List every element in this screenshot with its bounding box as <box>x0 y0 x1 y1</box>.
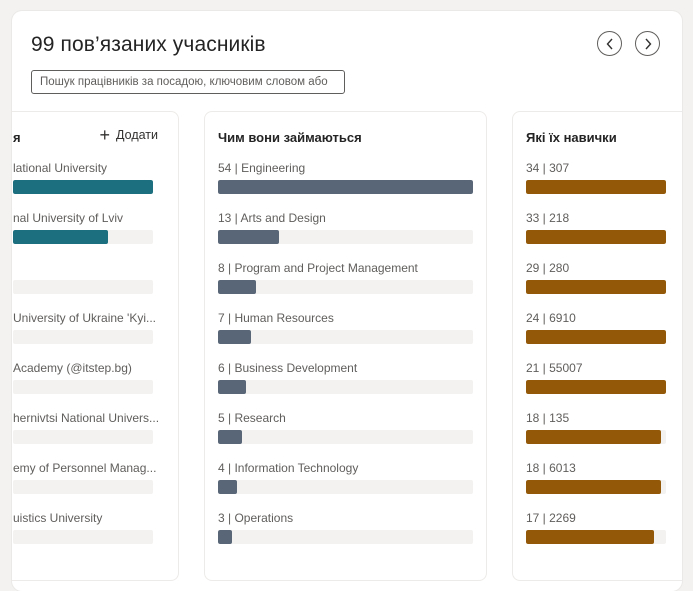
bar-track <box>526 430 666 444</box>
item-label: 8 | Program and Project Management <box>218 261 418 275</box>
bar-track <box>526 280 666 294</box>
bar-track <box>13 280 153 294</box>
bar-fill <box>526 380 666 394</box>
search-input[interactable] <box>31 70 345 94</box>
bar-track <box>218 430 473 444</box>
bar-track <box>218 180 473 194</box>
chevron-left-icon <box>606 38 613 49</box>
column-title: Чим вони займаються <box>218 130 362 145</box>
bar-fill <box>526 180 666 194</box>
bar-track <box>526 480 666 494</box>
bar-fill <box>218 180 473 194</box>
bar-fill <box>218 430 242 444</box>
chevron-right-icon <box>644 38 651 49</box>
item-label: 18 | 6013 <box>526 461 576 475</box>
bar-fill <box>218 330 252 344</box>
bar-fill <box>218 380 247 394</box>
bar-track <box>13 530 153 544</box>
bar-track <box>13 230 153 244</box>
bar-fill <box>218 230 280 244</box>
item-label: Academy (@itstep.bg) <box>13 361 132 375</box>
education-column: я + Додати lational University nal Univer… <box>12 111 179 581</box>
item-label: 29 | 280 <box>526 261 570 275</box>
bar-fill <box>218 530 233 544</box>
page-title: 99 пов’язаних учасників <box>31 33 266 56</box>
bar-fill <box>218 480 237 494</box>
bar-fill <box>526 430 662 444</box>
item-label: 24 | 6910 <box>526 311 576 325</box>
related-members-card: 99 пов’язаних учасників я + Додати latio… <box>12 11 682 591</box>
item-label: hernivtsi National Univers... <box>13 411 160 425</box>
add-label: Додати <box>116 128 158 142</box>
bar-fill <box>526 230 666 244</box>
bar-track <box>526 530 666 544</box>
bar-track <box>218 530 473 544</box>
bar-track <box>13 430 153 444</box>
item-label: University of Ukraine 'Kyi... <box>13 311 156 325</box>
item-label: 54 | Engineering <box>218 161 306 175</box>
item-label: 21 | 55007 <box>526 361 583 375</box>
item-label: 6 | Business Development <box>218 361 358 375</box>
bar-fill <box>526 330 666 344</box>
bar-track <box>526 330 666 344</box>
add-button[interactable]: + Додати <box>99 125 158 145</box>
bar-fill <box>526 280 666 294</box>
bar-track <box>218 380 473 394</box>
bar-track <box>13 380 153 394</box>
skills-column: Які їх навички 34 | 307 33 | 218 29 | 280 2… <box>512 111 682 581</box>
bar-fill <box>526 480 662 494</box>
bar-track <box>218 330 473 344</box>
column-title: Які їх навички <box>526 130 617 145</box>
item-label: 3 | Operations <box>218 511 294 525</box>
previous-button[interactable] <box>597 31 622 56</box>
item-label: emy of Personnel Manag... <box>13 461 157 475</box>
item-label: 7 | Human Resources <box>218 311 334 325</box>
bar-track <box>13 480 153 494</box>
item-label: 18 | 135 <box>526 411 570 425</box>
functions-column: Чим вони займаються 54 | Engineering 13 |… <box>204 111 487 581</box>
bar-fill <box>13 180 153 194</box>
bar-track <box>218 280 473 294</box>
item-label: 13 | Arts and Design <box>218 211 326 225</box>
item-label: lational University <box>13 161 108 175</box>
item-label: uistics University <box>13 511 103 525</box>
bar-fill <box>526 530 654 544</box>
bar-track <box>13 330 153 344</box>
next-button[interactable] <box>635 31 660 56</box>
item-label: nal University of Lviv <box>13 211 124 225</box>
item-label: 4 | Information Technology <box>218 461 359 475</box>
bar-fill <box>13 230 109 244</box>
bar-track <box>526 230 666 244</box>
item-label: 17 | 2269 <box>526 511 576 525</box>
bar-track <box>218 230 473 244</box>
item-label: 34 | 307 <box>526 161 570 175</box>
bar-track <box>526 180 666 194</box>
bar-fill <box>218 280 256 294</box>
bar-track <box>13 180 153 194</box>
bar-track <box>218 480 473 494</box>
plus-icon: + <box>99 125 111 145</box>
item-label: 5 | Research <box>218 411 286 425</box>
item-label: 33 | 218 <box>526 211 570 225</box>
column-title: я <box>13 130 21 145</box>
bar-track <box>526 380 666 394</box>
